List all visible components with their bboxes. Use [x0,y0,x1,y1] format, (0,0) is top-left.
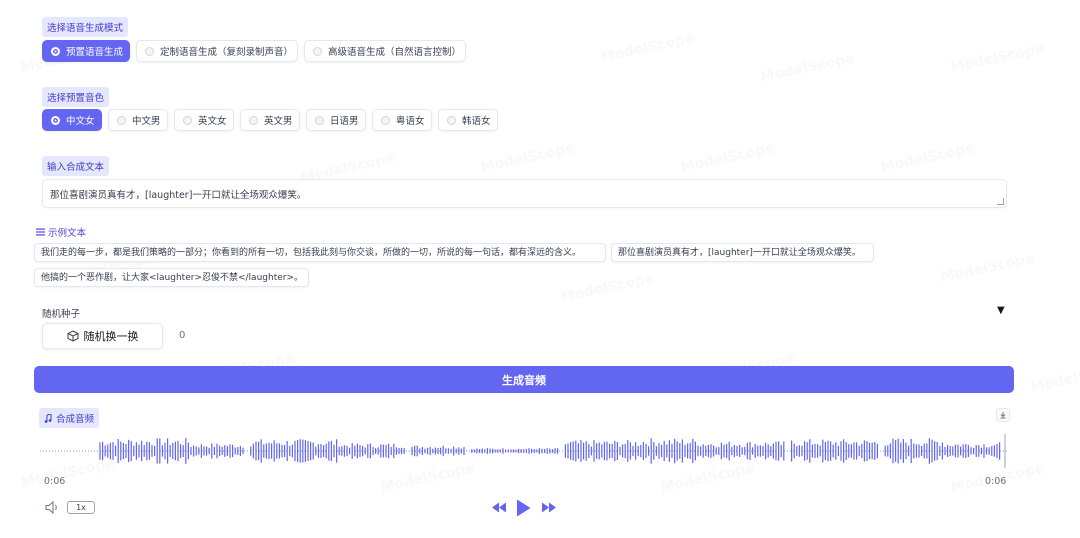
input-section-label: 输入合成文本 [42,156,110,176]
watermark: ModelScope [679,140,777,176]
generate-audio-button-label: 生成音频 [502,373,546,387]
audio-waveform[interactable] [40,430,1008,472]
download-icon [1000,412,1006,419]
voice-option-en-male[interactable]: 英文男 [240,109,300,131]
dice-cube-icon [67,330,78,342]
voice-option-ko-female[interactable]: 韩语女 [438,109,498,131]
playback-speed-label: 1x [76,503,86,512]
play-button[interactable] [514,497,532,518]
mode-option-label: 定制语音生成（复刻录制声音） [160,47,294,58]
playback-speed-button[interactable]: 1x [67,501,95,514]
radio-icon [381,115,390,125]
examples-header: 示例文本 [36,225,86,239]
synthesis-text-input[interactable]: 那位喜剧演员真有才，[laughter]一开口就让全场观众爆笑。 [42,179,1007,208]
seed-collapse-icon[interactable]: ▼ [997,305,1005,316]
radio-icon [117,115,126,125]
mode-option-advanced[interactable]: 高级语音生成（自然语言控制） [304,40,466,62]
voice-option-ja-male[interactable]: 日语男 [306,109,366,131]
download-button[interactable] [996,408,1010,422]
mode-radio-group: 预置语音生成 定制语音生成（复刻录制声音） 高级语音生成（自然语言控制） [42,40,466,62]
fast-forward-button[interactable] [540,501,558,514]
watermark: ModelScope [759,50,857,86]
current-time: 0:06 [44,476,66,487]
volume-button[interactable] [44,500,62,515]
example-text-1[interactable]: 我们走的每一步，都是我们策略的一部分；你看到的所有一切，包括我此刻与你交谈，所做… [34,243,606,262]
mode-option-label: 高级语音生成（自然语言控制） [328,47,462,58]
random-seed-button[interactable]: 随机换一换 [42,323,163,349]
radio-icon [249,115,258,125]
watermark: ModelScope [949,40,1047,76]
seed-label: 随机种子 [42,309,81,320]
mode-option-label: 预置语音生成 [66,47,124,58]
list-icon [36,228,45,236]
radio-icon [51,46,60,56]
radio-icon [145,46,154,56]
voice-option-label: 粤语女 [396,116,425,127]
music-note-icon [44,413,52,423]
radio-icon [183,115,192,125]
mode-section-label: 选择语音生成模式 [42,17,129,37]
rewind-icon [492,502,506,513]
voice-option-label: 日语男 [330,116,359,127]
seed-value[interactable]: 0 [179,330,185,341]
voice-option-label: 英文女 [198,116,227,127]
watermark: ModelScope [1029,360,1080,396]
mode-option-preset[interactable]: 预置语音生成 [42,40,130,62]
play-icon [516,499,530,516]
synthesis-text-value: 那位喜剧演员真有才，[laughter]一开口就让全场观众爆笑。 [50,190,307,201]
audio-output-label-text: 合成音频 [56,414,95,425]
example-text-2[interactable]: 那位喜剧演员真有才，[laughter]一开口就让全场观众爆笑。 [611,243,874,262]
examples-title: 示例文本 [48,228,87,239]
watermark: ModelScope [559,270,657,306]
total-time: 0:06 [985,476,1007,487]
volume-icon [45,501,57,514]
generate-audio-button[interactable]: 生成音频 [34,366,1014,393]
mode-option-custom[interactable]: 定制语音生成（复刻录制声音） [136,40,298,62]
voice-option-label: 中文女 [66,116,95,127]
radio-icon [313,46,322,56]
fast-forward-icon [542,502,556,513]
voice-option-zh-female[interactable]: 中文女 [42,109,102,131]
audio-output-label: 合成音频 [39,408,100,428]
example-text-3[interactable]: 他搞的一个恶作剧，让大家<laughter>忍俊不禁</laughter>。 [34,268,309,287]
voice-option-label: 中文男 [132,116,161,127]
radio-icon [51,115,60,125]
voice-option-zh-male[interactable]: 中文男 [108,109,168,131]
voice-radio-group: 中文女 中文男 英文女 英文男 日语男 粤语女 韩语女 [42,109,498,131]
watermark: ModelScope [879,140,977,176]
watermark: ModelScope [939,250,1037,286]
voice-option-label: 韩语女 [462,116,491,127]
watermark: ModelScope [599,30,697,66]
resize-grip-icon[interactable] [997,198,1004,205]
rewind-button[interactable] [490,501,508,514]
radio-icon [315,115,324,125]
radio-icon [447,115,456,125]
watermark: ModelScope [479,140,577,176]
voice-option-label: 英文男 [264,116,293,127]
voice-option-yue-female[interactable]: 粤语女 [372,109,432,131]
random-seed-button-label: 随机换一换 [83,330,139,343]
voice-section-label: 选择预置音色 [42,87,110,107]
voice-option-en-female[interactable]: 英文女 [174,109,234,131]
